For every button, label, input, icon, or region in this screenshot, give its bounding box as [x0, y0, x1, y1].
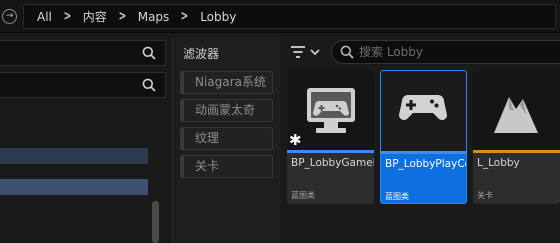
chevron-down-icon — [310, 49, 320, 56]
asset-thumbnail — [473, 70, 560, 150]
asset-tile-player-controller[interactable]: BP_LobbyPlayController 蓝图类 — [380, 70, 467, 204]
asset-type: 蓝图类 — [385, 192, 409, 201]
asset-type-stripe — [381, 151, 466, 154]
filter-chip-anim-montage[interactable]: 动画蒙太奇 — [180, 99, 273, 122]
folder-tree-row[interactable] — [0, 148, 148, 164]
filter-chip-texture[interactable]: 纹理 — [180, 127, 273, 150]
folder-tree-row-selected[interactable] — [0, 179, 148, 195]
filter-title: 滤波器 — [183, 47, 220, 61]
filter-chip-level[interactable]: 关卡 — [180, 155, 273, 178]
asset-type: 关卡 — [477, 191, 493, 200]
asset-tile-level[interactable]: L_Lobby 关卡 — [473, 70, 560, 204]
filter-chip-niagara[interactable]: Niagara系统 — [180, 71, 273, 94]
asset-search-input[interactable] — [359, 44, 549, 60]
filter-dropdown-button[interactable] — [290, 44, 326, 62]
favorites-search-field[interactable] — [0, 40, 166, 66]
filter-panel: 滤波器 Niagara系统 动画蒙太奇 纹理 关卡 — [172, 38, 280, 243]
breadcrumb-item-all[interactable]: All — [33, 10, 56, 24]
breadcrumb-item-maps[interactable]: Maps — [134, 10, 174, 24]
path-bar: → All > 内容 > Maps > Lobby — [0, 0, 560, 33]
search-icon[interactable] — [142, 46, 156, 60]
unsaved-asterisk-icon: ✱ — [289, 131, 302, 149]
asset-name: L_Lobby — [477, 157, 520, 169]
chevron-right-icon: > — [180, 9, 189, 24]
asset-type: 蓝图类 — [291, 191, 315, 200]
breadcrumb: All > 内容 > Maps > Lobby — [23, 4, 556, 29]
scrollbar-thumb[interactable] — [152, 201, 159, 243]
breadcrumb-item-content[interactable]: 内容 — [79, 8, 111, 25]
asset-name: BP_LobbyPlayController — [385, 158, 466, 170]
asset-tile-game-mode[interactable]: ✱ BP_LobbyGameMode 蓝图类 — [287, 70, 374, 204]
folder-search-field[interactable] — [0, 72, 166, 98]
monitor-gamepad-icon — [307, 88, 355, 133]
asset-search-field[interactable] — [331, 40, 560, 64]
filter-icon — [291, 46, 305, 58]
asset-name: BP_LobbyGameMode — [291, 157, 374, 169]
sources-panel — [0, 38, 168, 243]
asset-type-stripe — [473, 150, 560, 153]
chevron-right-icon: > — [63, 9, 72, 24]
level-icon — [494, 97, 538, 133]
chevron-right-icon: > — [118, 9, 127, 24]
history-nav-icon[interactable]: → — [2, 9, 17, 24]
search-icon[interactable] — [142, 78, 156, 92]
gamepad-icon — [399, 95, 447, 121]
search-icon — [340, 45, 354, 59]
asset-type-stripe — [287, 150, 374, 153]
asset-thumbnail — [381, 71, 466, 151]
breadcrumb-item-lobby[interactable]: Lobby — [196, 10, 240, 24]
asset-thumbnail: ✱ — [287, 70, 374, 150]
